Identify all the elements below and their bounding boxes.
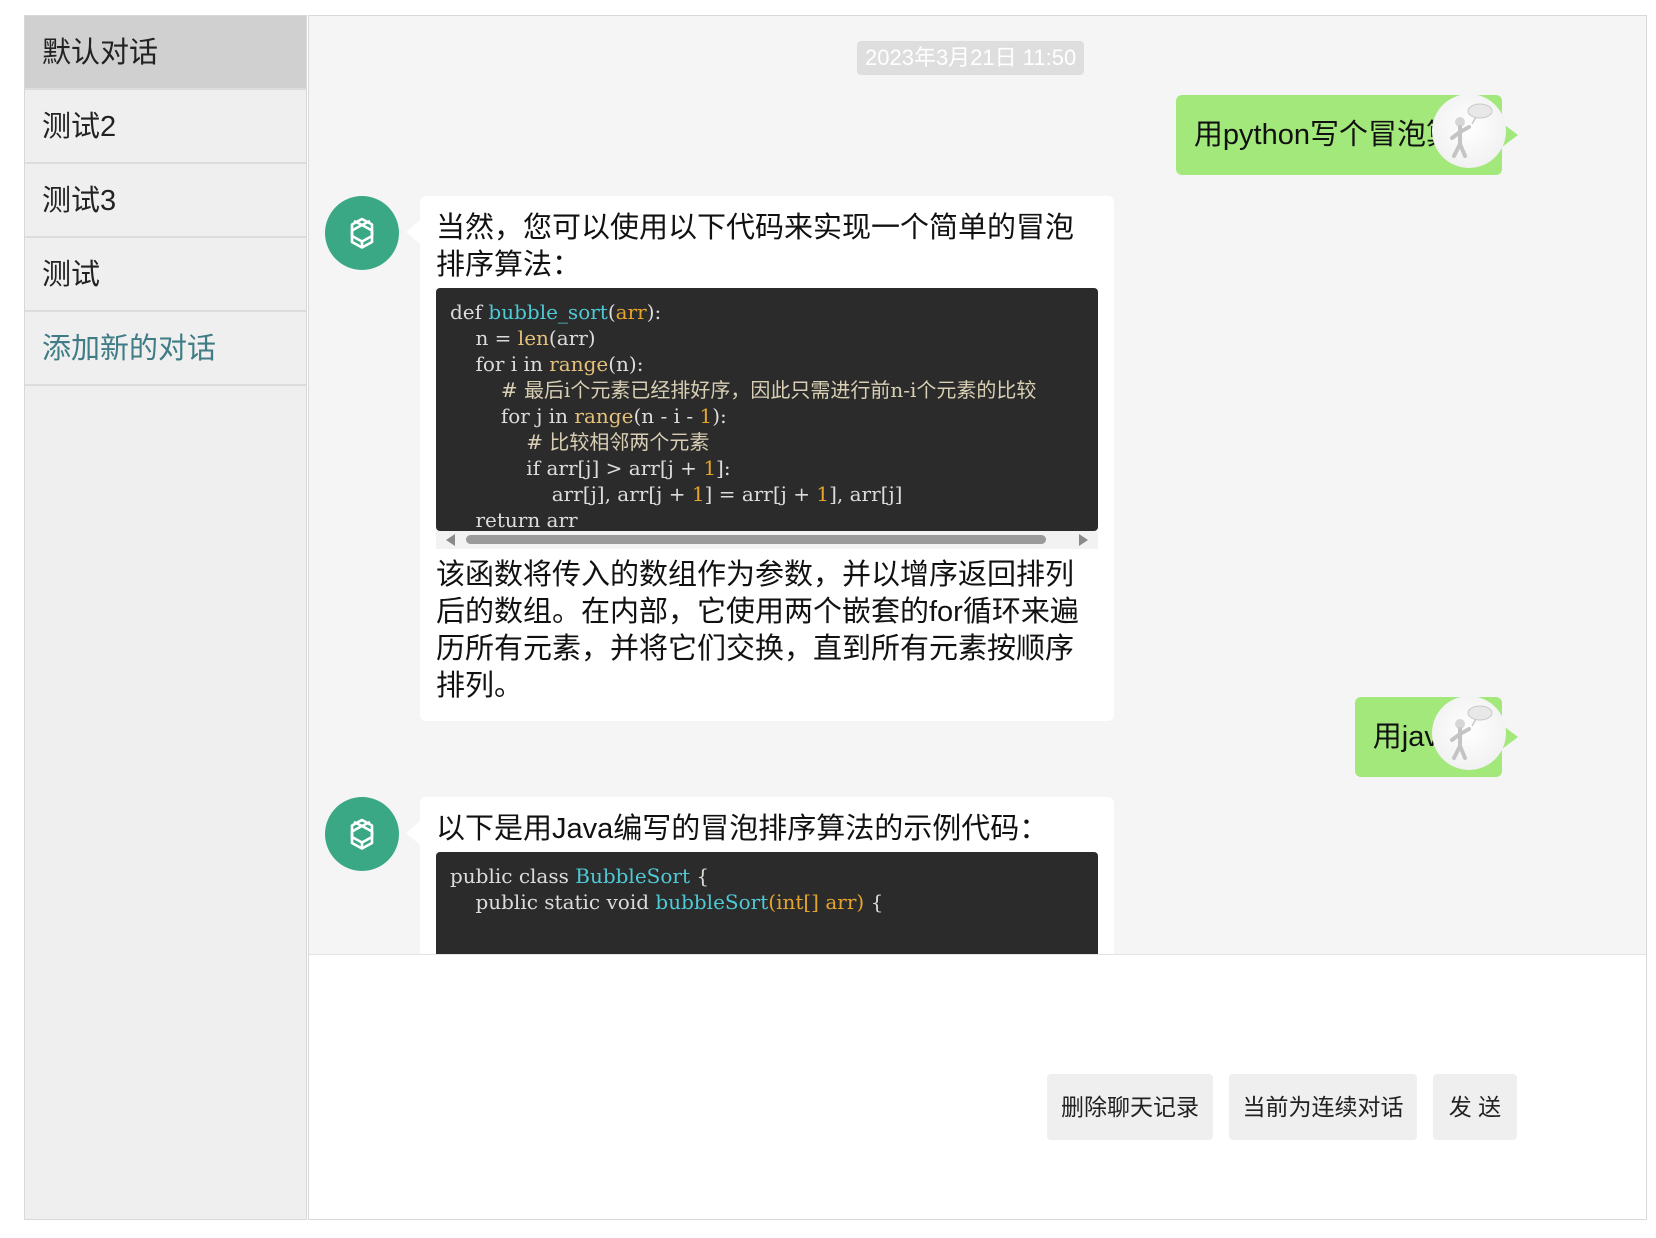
code-text: arr[j], arr[j + xyxy=(551,482,692,506)
message-timestamp: 2023年3月21日 11:50 xyxy=(857,41,1085,75)
figure-with-speech-bubble-icon xyxy=(1450,103,1493,158)
assistant-message-bubble: 以下是用Java编写的冒泡排序算法的示例代码： public class Bub… xyxy=(406,797,1114,954)
assistant-message-text: 当然，您可以使用以下代码来实现一个简单的冒泡排序算法： xyxy=(436,212,1075,281)
code-punct: ( xyxy=(607,300,616,324)
figure-with-speech-bubble-icon xyxy=(1450,705,1493,760)
code-text: ] = arr[j + xyxy=(704,482,817,506)
assistant-message-bubble: 当然，您可以使用以下代码来实现一个简单的冒泡排序算法： def bubble_s… xyxy=(406,196,1114,721)
code-function-name: bubbleSort xyxy=(655,890,769,914)
code-number: 1 xyxy=(699,404,713,428)
code-text: if arr[j] > arr[j + xyxy=(526,456,704,480)
code-keyword: public class xyxy=(450,864,569,888)
code-function-name: bubble_sort xyxy=(488,300,608,324)
code-param: arr xyxy=(615,300,647,324)
sidebar-item-test2[interactable]: 测试2 xyxy=(25,90,306,164)
code-text: ]: xyxy=(716,456,731,480)
code-comment: # 比较相邻两个元素 xyxy=(526,430,710,454)
code-class-name: BubbleSort xyxy=(575,864,691,888)
assistant-avatar xyxy=(325,196,399,270)
code-number: 1 xyxy=(703,456,717,480)
send-button[interactable]: 发 送 xyxy=(1433,1074,1517,1140)
python-code-block[interactable]: def bubble_sort(arr): n = len(arr) for i… xyxy=(436,288,1098,531)
code-punct: { xyxy=(870,890,884,914)
code-param: (int[] arr) xyxy=(768,890,865,914)
code-punct: ): xyxy=(646,300,662,324)
sidebar-item-test3[interactable]: 测试3 xyxy=(25,164,306,238)
add-conversation-link[interactable]: 添加新的对话 xyxy=(25,312,306,386)
scroll-right-arrow-icon[interactable] xyxy=(1079,534,1088,546)
code-horizontal-scrollbar[interactable] xyxy=(436,531,1098,549)
code-keyword: def xyxy=(450,300,483,324)
code-text: for i in xyxy=(475,352,543,376)
code-text: n = xyxy=(475,326,512,350)
code-text: for j in xyxy=(500,404,569,428)
code-number: 1 xyxy=(691,482,705,506)
delete-history-button[interactable]: 删除聊天记录 xyxy=(1047,1074,1213,1140)
java-code-block[interactable]: public class BubbleSort { public static … xyxy=(436,852,1098,954)
code-text: (n - i - xyxy=(633,404,700,428)
code-punct: { xyxy=(696,864,710,888)
assistant-avatar xyxy=(325,797,399,871)
code-number: 1 xyxy=(816,482,830,506)
continuous-mode-button[interactable]: 当前为连续对话 xyxy=(1229,1074,1417,1140)
message-list[interactable]: 2023年3月21日 11:50 用python写个冒泡算法 当然，您可以使用以… xyxy=(309,16,1646,955)
sidebar-item-default[interactable]: 默认对话 xyxy=(25,16,306,90)
scroll-thumb[interactable] xyxy=(466,535,1046,544)
code-text: return arr xyxy=(475,508,578,531)
openai-logo-icon xyxy=(350,217,374,249)
assistant-message-text: 该函数将传入的数组作为参数，并以增序返回排列后的数组。在内部，它使用两个嵌套的f… xyxy=(436,559,1079,702)
code-builtin: len xyxy=(517,326,549,350)
chat-panel: 2023年3月21日 11:50 用python写个冒泡算法 当然，您可以使用以… xyxy=(308,15,1647,1220)
openai-logo-icon xyxy=(350,818,374,850)
scroll-left-arrow-icon[interactable] xyxy=(446,534,455,546)
code-comment: # 最后i个元素已经排好序，因此只需进行前n-i个元素的比较 xyxy=(500,378,1037,402)
code-text: ], arr[j] xyxy=(829,482,903,506)
assistant-message-text: 以下是用Java编写的冒泡排序算法的示例代码： xyxy=(436,813,1049,845)
code-keyword: public static void xyxy=(475,890,650,914)
code-builtin: range xyxy=(574,404,634,428)
user-avatar xyxy=(1432,94,1506,168)
code-text: (arr) xyxy=(548,326,596,350)
code-text: (n): xyxy=(608,352,644,376)
user-avatar xyxy=(1432,696,1506,770)
code-text: ): xyxy=(712,404,727,428)
sidebar-item-test[interactable]: 测试 xyxy=(25,238,306,312)
code-builtin: range xyxy=(549,352,609,376)
conversation-sidebar: 默认对话 测试2 测试3 测试 添加新的对话 xyxy=(24,15,307,1220)
